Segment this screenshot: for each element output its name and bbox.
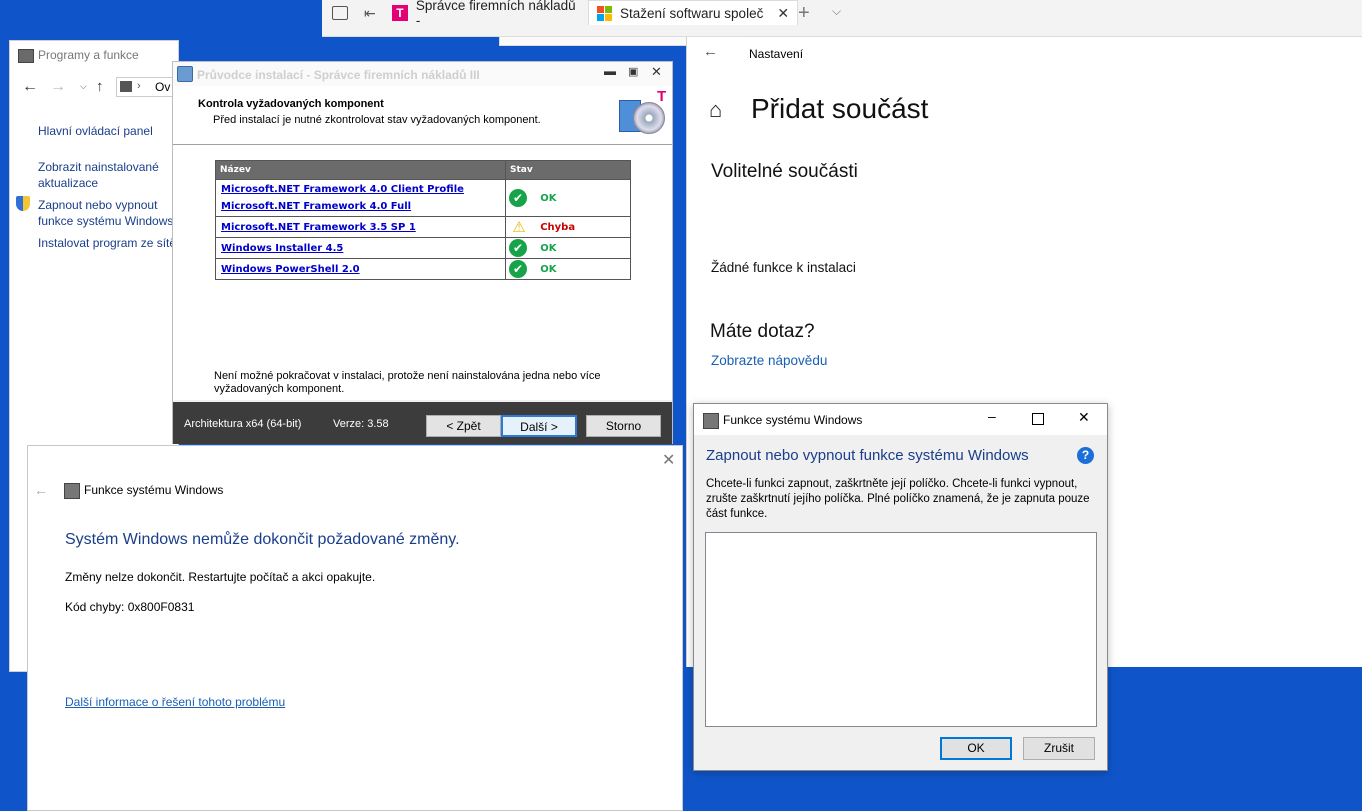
wizard-title: Průvodce instalací - Správce firemních n… xyxy=(197,68,480,82)
tab-stazeni[interactable]: Stažení softwaru společ ✕ xyxy=(588,0,798,25)
components-table: Název Stav Microsoft.NET Framework 4.0 C… xyxy=(215,160,631,280)
status-label: OK xyxy=(540,193,557,204)
header-title: Kontrola vyžadovaných komponent xyxy=(198,98,384,110)
dialog-title: Funkce systému Windows xyxy=(723,413,863,427)
recent-chevron-icon[interactable]: ⌵ xyxy=(80,81,87,92)
up-arrow-icon[interactable]: ↑ xyxy=(96,78,104,95)
close-icon[interactable]: ✕ xyxy=(662,450,675,470)
architecture-label: Architektura x64 (64-bit) xyxy=(184,418,302,430)
ok-check-icon: ✔ xyxy=(509,239,527,257)
error-dialog: ✕ ← Funkce systému Windows Systém Window… xyxy=(27,445,683,811)
forward-arrow-icon[interactable]: → xyxy=(50,78,66,96)
column-header-name: Název xyxy=(215,160,506,180)
error-heading: Systém Windows nemůže dokončit požadovan… xyxy=(65,531,460,548)
section-title: Volitelné součásti xyxy=(711,161,858,182)
status-label: OK xyxy=(540,243,557,254)
empty-message: Žádné funkce k instalaci xyxy=(711,260,856,275)
wizard-message: Není možné pokračovat v instalaci, proto… xyxy=(214,370,601,395)
component-name[interactable]: Microsoft.NET Framework 4.0 Client Profi… xyxy=(221,181,504,198)
status-label: Chyba xyxy=(540,222,576,233)
sidebar-item-updates[interactable]: Zobrazit nainstalované aktualizace xyxy=(38,159,178,191)
table-row: Windows PowerShell 2.0 ✔ OK xyxy=(215,258,631,280)
back-arrow-icon[interactable]: ← xyxy=(22,78,38,96)
component-name[interactable]: Windows PowerShell 2.0 xyxy=(221,264,504,275)
ok-check-icon: ✔ xyxy=(509,189,527,207)
error-text: Změny nelze dokončit. Restartujte počíta… xyxy=(65,570,376,584)
windows-features-icon xyxy=(703,413,719,429)
question-heading: Máte dotaz? xyxy=(710,321,815,342)
browser-tab-bar: ⇤ T Správce firemních nákladů - Stažení … xyxy=(322,0,1362,46)
help-icon[interactable]: ? xyxy=(1077,447,1094,464)
close-tab-icon[interactable]: ✕ xyxy=(777,5,789,22)
back-button[interactable]: < Zpět xyxy=(426,415,501,437)
tab-label: Správce firemních nákladů - xyxy=(415,0,576,28)
component-name[interactable]: Microsoft.NET Framework 3.5 SP 1 xyxy=(221,222,504,233)
microsoft-icon xyxy=(597,5,612,21)
back-arrow-icon[interactable]: ← xyxy=(34,482,48,498)
ok-button[interactable]: OK xyxy=(940,737,1012,760)
next-button[interactable]: Další > xyxy=(501,415,577,437)
close-icon[interactable]: ✕ xyxy=(1078,409,1090,426)
dialog-description: Chcete-li funkci zapnout, zaškrtněte jej… xyxy=(706,478,1090,520)
tab-actions-icon[interactable] xyxy=(332,6,348,20)
window-title: Programy a funkce xyxy=(38,48,139,62)
maximize-icon[interactable]: ▣ xyxy=(628,65,638,78)
minimize-icon[interactable]: – xyxy=(988,408,996,424)
minimize-icon[interactable]: ▬ xyxy=(604,64,616,78)
control-panel-icon xyxy=(18,49,34,63)
windows-features-dialog: Funkce systému Windows – ✕ Zapnout nebo … xyxy=(693,403,1108,771)
error-code: Kód chyby: 0x800F0831 xyxy=(65,600,195,614)
dialog-titlebar: Funkce systému Windows – ✕ xyxy=(694,404,1107,435)
breadcrumb-chevron-icon: › xyxy=(137,80,141,92)
tab-list-chevron-icon[interactable]: ⌵ xyxy=(832,4,841,19)
tab-spravce[interactable]: T Správce firemních nákladů - xyxy=(392,0,582,28)
back-arrow-icon[interactable]: ← xyxy=(703,43,718,60)
features-tree[interactable] xyxy=(705,532,1097,727)
setup-cd-icon: T xyxy=(619,88,669,140)
installer-icon xyxy=(177,66,193,82)
more-info-link[interactable]: Další informace o řešení tohoto problému xyxy=(65,695,285,709)
column-header-status: Stav xyxy=(505,160,631,180)
set-aside-tabs-icon[interactable]: ⇤ xyxy=(364,5,376,22)
maximize-icon[interactable] xyxy=(1032,413,1044,425)
sidebar-item-windows-features[interactable]: Zapnout nebo vypnout funkce systému Wind… xyxy=(38,197,178,229)
table-row: Microsoft.NET Framework 4.0 Client Profi… xyxy=(215,179,631,217)
tmobile-icon: T xyxy=(392,5,408,21)
cancel-button[interactable]: Storno xyxy=(586,415,661,437)
windows-features-icon xyxy=(64,483,80,499)
sidebar-item-network-install[interactable]: Instalovat program ze sítě xyxy=(38,235,176,251)
sidebar-item-control-panel[interactable]: Hlavní ovládací panel xyxy=(38,123,153,139)
status-label: OK xyxy=(540,264,557,275)
component-name[interactable]: Windows Installer 4.5 xyxy=(221,243,504,254)
dialog-heading: Zapnout nebo vypnout funkce systému Wind… xyxy=(706,447,1029,464)
table-row: Microsoft.NET Framework 3.5 SP 1 ⚠ Chyba xyxy=(215,216,631,238)
dialog-title: Funkce systému Windows xyxy=(84,483,224,497)
window-title: Nastavení xyxy=(749,47,804,61)
breadcrumb: Ov xyxy=(155,80,171,94)
wizard-header: Kontrola vyžadovaných komponent Před ins… xyxy=(173,86,672,145)
wizard-body: Název Stav Microsoft.NET Framework 4.0 C… xyxy=(173,145,672,400)
cancel-button[interactable]: Zrušit xyxy=(1023,737,1095,760)
wizard-titlebar: Průvodce instalací - Správce firemních n… xyxy=(173,62,672,86)
warning-icon: ⚠ xyxy=(509,218,529,236)
help-link[interactable]: Zobrazte nápovědu xyxy=(711,353,827,368)
table-row: Windows Installer 4.5 ✔ OK xyxy=(215,237,631,259)
close-icon[interactable]: ✕ xyxy=(651,64,662,80)
folder-icon xyxy=(120,81,132,92)
tmobile-logo: T xyxy=(657,88,667,105)
version-label: Verze: 3.58 xyxy=(333,418,389,430)
header-subtitle: Před instalací je nutné zkontrolovat sta… xyxy=(213,114,541,126)
component-name[interactable]: Microsoft.NET Framework 4.0 Full xyxy=(221,198,504,215)
tab-label: Stažení softwaru společ xyxy=(620,5,764,21)
new-tab-icon[interactable]: + xyxy=(798,2,810,25)
setup-wizard: Průvodce instalací - Správce firemních n… xyxy=(172,61,673,444)
shield-icon xyxy=(16,196,30,211)
page-title: Přidat součást xyxy=(751,93,929,124)
home-icon[interactable]: ⌂ xyxy=(709,97,722,123)
ok-check-icon: ✔ xyxy=(509,260,527,278)
